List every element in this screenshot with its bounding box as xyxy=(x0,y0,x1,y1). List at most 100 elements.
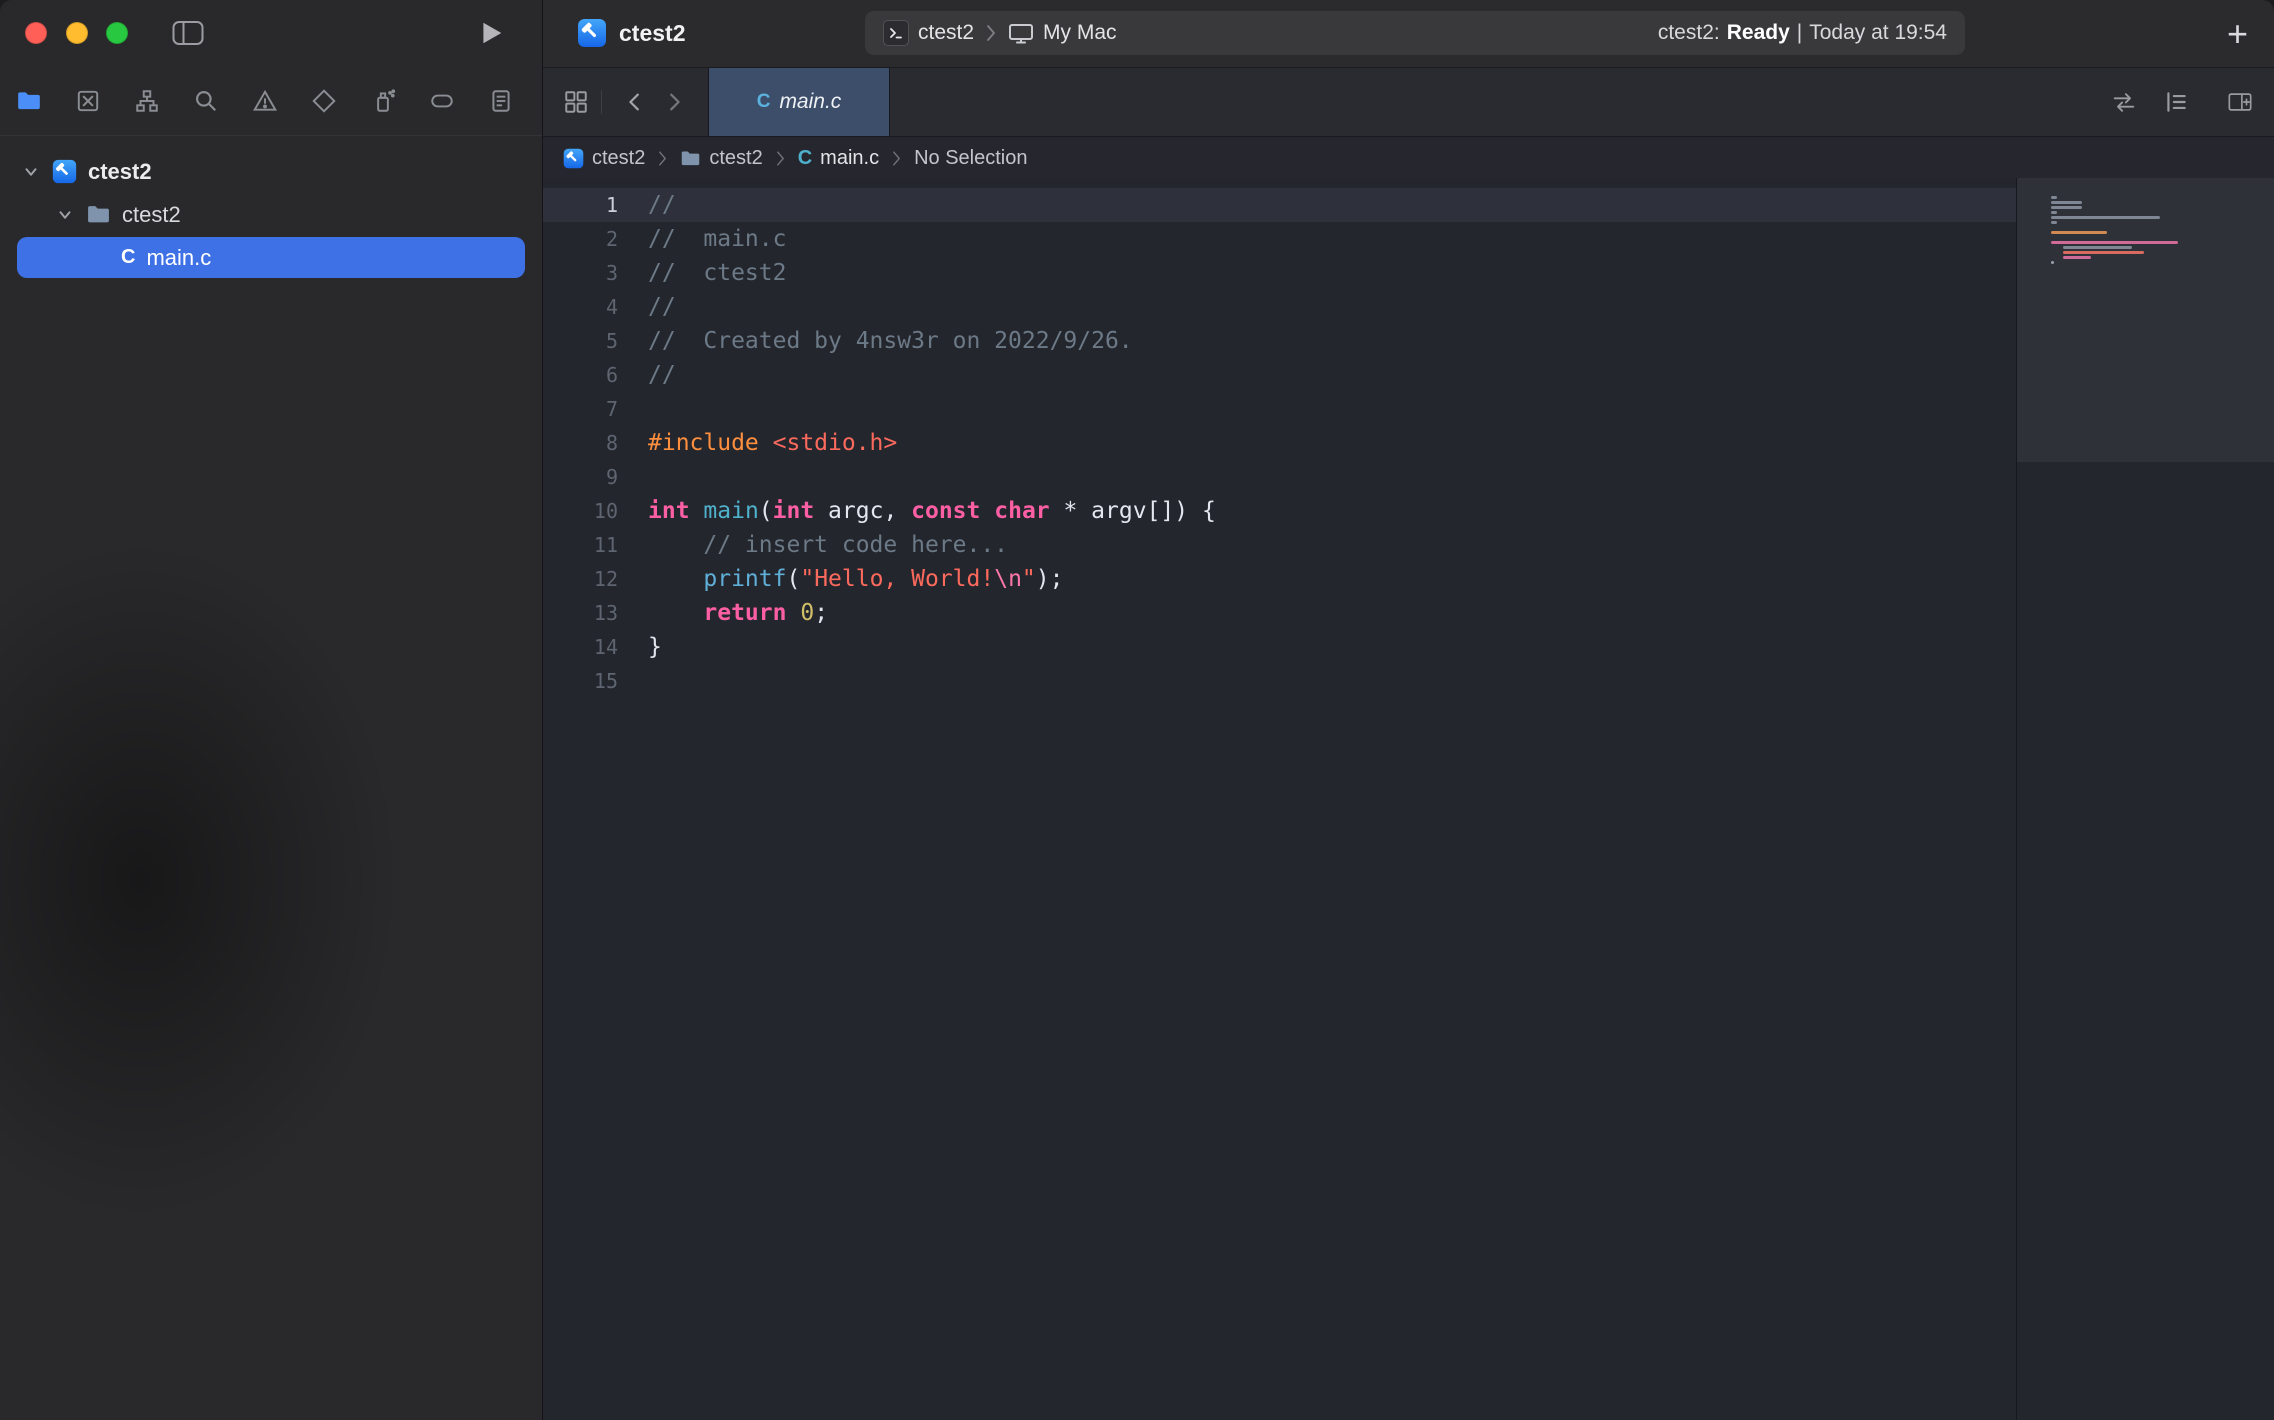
tree-row-project-ctest2[interactable]: ctest2 xyxy=(0,150,542,193)
breadcrumb-label: ctest2 xyxy=(592,147,645,170)
code-text: // ctest2 xyxy=(648,256,786,290)
line-number: 5 xyxy=(543,324,638,358)
code-line[interactable]: 5// Created by 4nsw3r on 2022/9/26. xyxy=(543,324,2016,358)
toggle-sidebar-button[interactable] xyxy=(172,20,204,46)
code-line[interactable]: 6// xyxy=(543,358,2016,392)
tree-row-main-c[interactable]: C main.c xyxy=(17,237,525,278)
jump-bar: ctest2 ctest2 C main.c No Se xyxy=(543,137,2274,180)
c-file-icon: C xyxy=(798,147,812,170)
report-navigator-icon[interactable] xyxy=(488,88,514,114)
code-line[interactable]: 12 printf("Hello, World!\n"); xyxy=(543,562,2016,596)
minimap-line xyxy=(2051,211,2057,214)
breadcrumb-project[interactable]: ctest2 xyxy=(563,147,645,170)
code-text: // xyxy=(648,358,676,392)
code-line[interactable]: 3 // ctest2 xyxy=(543,256,2016,290)
tree-item-label: ctest2 xyxy=(122,202,181,228)
activity-status[interactable]: ctest2: Ready | Today at 19:54 xyxy=(1658,21,1947,45)
tab-main-c[interactable]: C main.c xyxy=(708,68,890,136)
code-line[interactable]: 15 xyxy=(543,664,2016,698)
line-number: 4 xyxy=(543,290,638,324)
symbol-navigator-icon[interactable] xyxy=(134,88,160,114)
window-project-title: ctest2 xyxy=(619,0,685,67)
code-line[interactable]: 10int main(int argc, const char * argv[]… xyxy=(543,494,2016,528)
code-line[interactable]: 14} xyxy=(543,630,2016,664)
terminal-scheme-icon xyxy=(883,20,909,46)
line-number: 2 xyxy=(543,222,638,256)
minimap-line xyxy=(2051,206,2082,209)
line-number: 3 xyxy=(543,256,638,290)
debug-navigator-icon[interactable] xyxy=(370,88,396,114)
play-icon xyxy=(478,20,504,46)
code-text: // insert code here... xyxy=(648,528,1008,562)
line-number: 7 xyxy=(543,392,638,426)
chevron-right-icon xyxy=(658,150,667,167)
minimap-line xyxy=(2051,221,2057,224)
minimap-lines xyxy=(2051,196,2178,271)
code-line[interactable]: 4 // xyxy=(543,290,2016,324)
code-line[interactable]: 7 xyxy=(543,392,2016,426)
minimap-line xyxy=(2051,241,2178,244)
add-button[interactable]: + xyxy=(2227,0,2248,67)
xcode-project-icon xyxy=(577,18,607,48)
chevron-right-icon xyxy=(776,150,785,167)
minimap-line xyxy=(2051,196,2057,199)
run-button[interactable] xyxy=(478,20,504,46)
minimap[interactable] xyxy=(2016,178,2274,1420)
disclosure-chevron-icon[interactable] xyxy=(22,163,40,181)
minimize-window-button[interactable] xyxy=(66,22,88,44)
find-navigator-icon[interactable] xyxy=(193,88,219,114)
code-text: // xyxy=(648,290,676,324)
code-text: int main(int argc, const char * argv[]) … xyxy=(648,494,1216,528)
c-file-icon: C xyxy=(121,246,135,269)
close-window-button[interactable] xyxy=(25,22,47,44)
forward-button[interactable] xyxy=(661,68,687,136)
breadcrumb-file[interactable]: C main.c xyxy=(798,147,879,170)
source-control-navigator-icon[interactable] xyxy=(75,88,101,114)
sidebar-titlebar xyxy=(0,0,542,67)
folder-icon xyxy=(680,148,701,169)
line-number: 8 xyxy=(543,426,638,460)
scheme-selector[interactable]: ctest2 My Mac xyxy=(883,20,1117,46)
code-review-icon[interactable] xyxy=(2111,68,2137,136)
code-line[interactable]: 11 // insert code here... xyxy=(543,528,2016,562)
line-number: 1 xyxy=(543,188,638,222)
editor-tab-bar: C main.c xyxy=(543,68,2274,137)
code-line[interactable]: 13 return 0; xyxy=(543,596,2016,630)
minimap-line xyxy=(2063,256,2091,259)
navigator-tab-bar xyxy=(0,67,542,136)
tree-row-group-ctest2[interactable]: ctest2 xyxy=(0,193,542,236)
status-time: Today at 19:54 xyxy=(1809,21,1947,45)
code-line[interactable]: 8#include <stdio.h> xyxy=(543,426,2016,460)
breadcrumb-selection[interactable]: No Selection xyxy=(914,147,1027,170)
code-text: // main.c xyxy=(648,222,786,256)
sidebar-shadow xyxy=(0,540,400,1220)
scheme-target-label[interactable]: ctest2 xyxy=(918,21,974,45)
line-number: 13 xyxy=(543,596,638,630)
code-line[interactable]: 1 // xyxy=(543,188,2016,222)
breadcrumb-group[interactable]: ctest2 xyxy=(680,147,762,170)
zoom-window-button[interactable] xyxy=(106,22,128,44)
toolbar: ctest2 ctest2 My Mac ctest2: xyxy=(543,0,2274,68)
disclosure-chevron-icon[interactable] xyxy=(56,206,74,224)
code-editor[interactable]: 1//2// main.c3// ctest24//5// Created by… xyxy=(543,178,2016,1420)
code-text: return 0; xyxy=(648,596,828,630)
issue-navigator-icon[interactable] xyxy=(252,88,278,114)
scheme-status-bar[interactable]: ctest2 My Mac ctest2: Ready | Today at 1… xyxy=(865,11,1965,55)
related-items-icon[interactable] xyxy=(563,68,589,136)
status-project: ctest2: xyxy=(1658,21,1720,45)
scheme-destination-label[interactable]: My Mac xyxy=(1043,21,1117,45)
back-button[interactable] xyxy=(622,68,648,136)
breakpoint-navigator-icon[interactable] xyxy=(429,88,455,114)
minimap-line xyxy=(2051,231,2107,234)
code-text: printf("Hello, World!\n"); xyxy=(648,562,1063,596)
line-number: 11 xyxy=(543,528,638,562)
project-navigator-icon[interactable] xyxy=(16,88,42,114)
code-text: // xyxy=(648,188,676,222)
minimap-line xyxy=(2063,251,2144,254)
code-line[interactable]: 9 xyxy=(543,460,2016,494)
code-line[interactable]: 2 // main.c xyxy=(543,222,2016,256)
add-editor-icon[interactable] xyxy=(2227,68,2253,136)
xcode-project-icon xyxy=(563,148,584,169)
editor-options-icon[interactable] xyxy=(2163,68,2189,136)
test-navigator-icon[interactable] xyxy=(311,88,337,114)
